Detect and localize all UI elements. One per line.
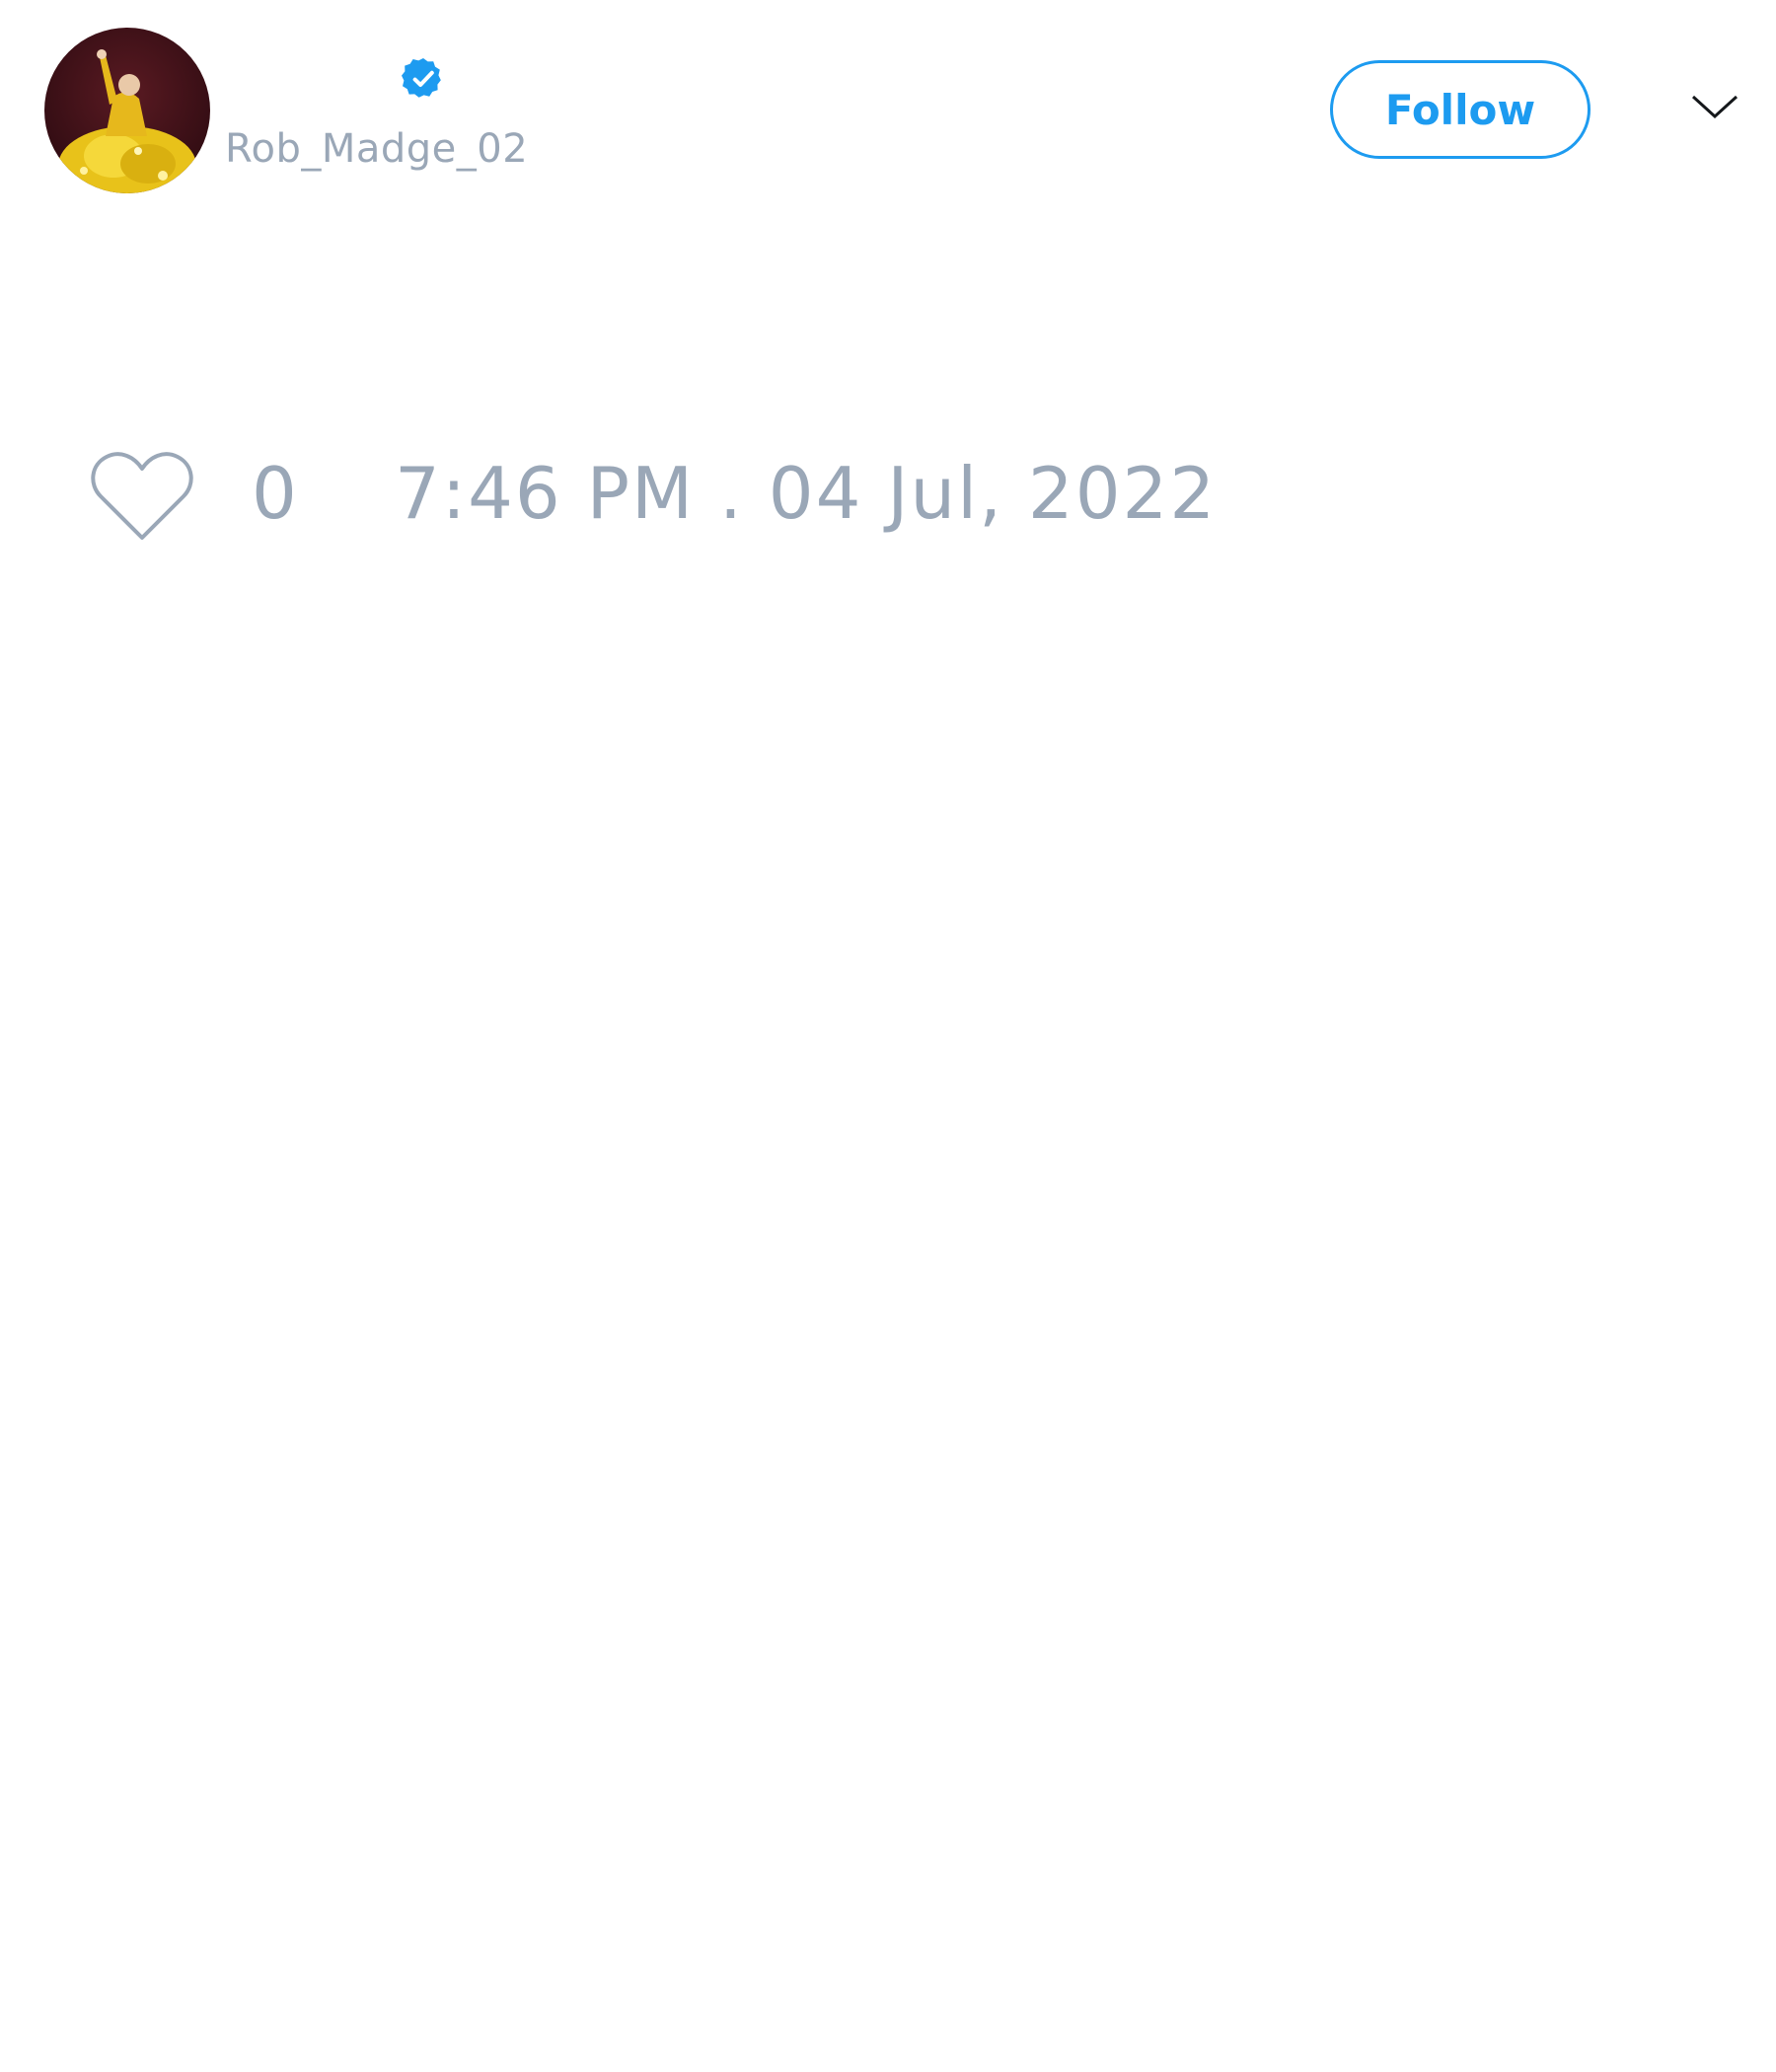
- verified-badge-icon: [402, 58, 441, 98]
- like-count: 0: [252, 452, 297, 535]
- chevron-down-icon[interactable]: [1687, 89, 1742, 124]
- tweet-card: Rob_Madge_02 Follow 0 7:46 PM . 04 Jul, …: [0, 0, 1776, 2072]
- username[interactable]: Rob_Madge_02: [225, 126, 528, 172]
- avatar[interactable]: [44, 28, 210, 193]
- avatar-image: [44, 28, 210, 193]
- follow-button[interactable]: Follow: [1330, 60, 1591, 159]
- heart-outline-icon[interactable]: [89, 449, 195, 544]
- tweet-timestamp[interactable]: 7:46 PM . 04 Jul, 2022: [395, 452, 1217, 535]
